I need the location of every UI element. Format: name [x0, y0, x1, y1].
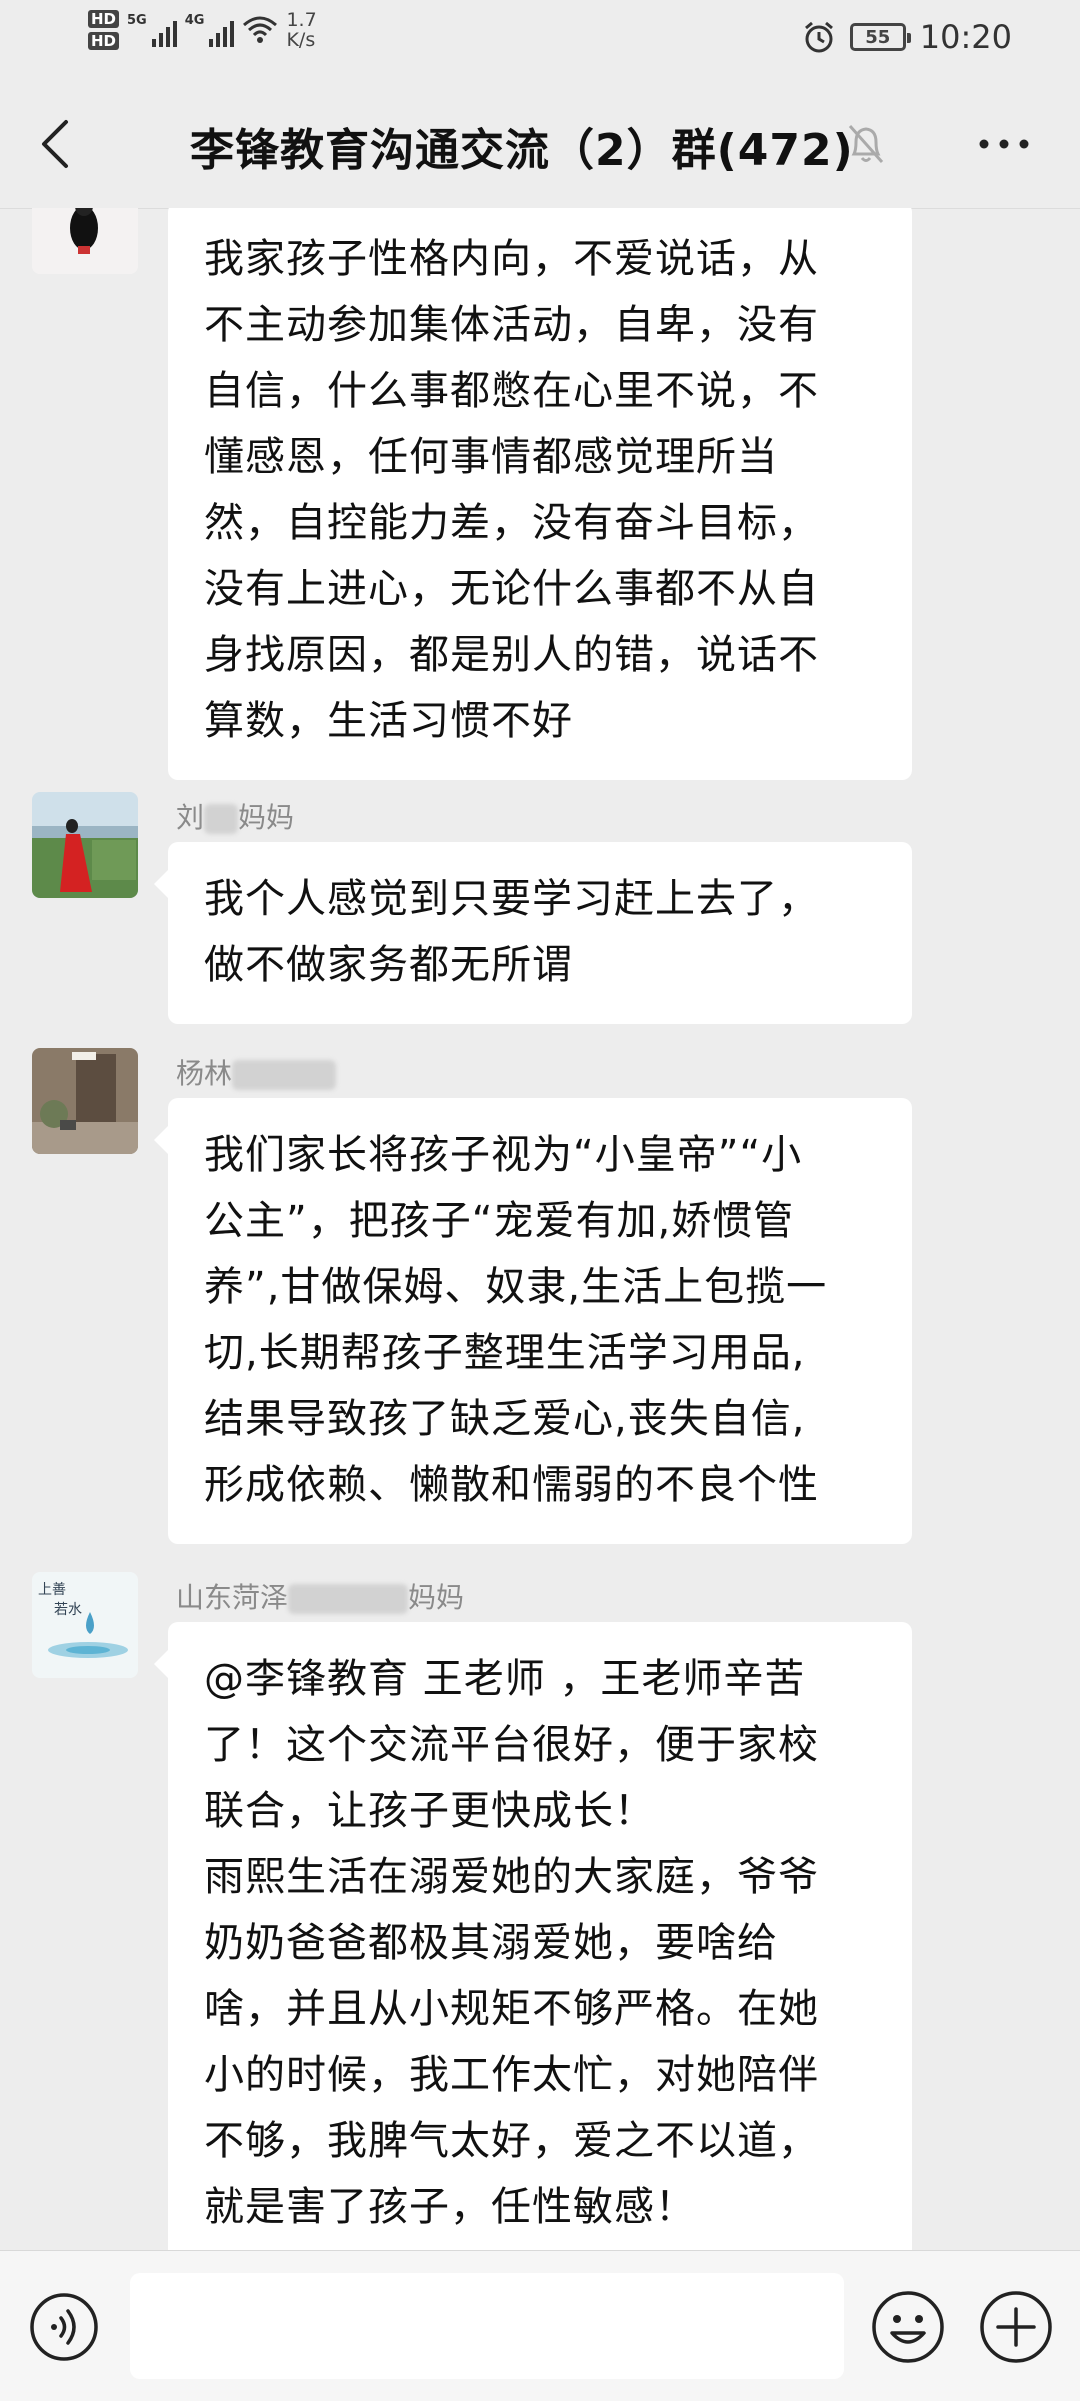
voice-icon[interactable] [28, 2291, 100, 2363]
avatar[interactable] [32, 1048, 138, 1154]
page-title: 李锋教育沟通交流（2）群(472) [190, 125, 854, 176]
message-bubble[interactable]: 我个人感觉到只要学习赶上去了， 做不做家务都无所谓 [154, 842, 912, 1024]
avatar[interactable] [32, 208, 138, 274]
network-speed: 1.7 K/s [286, 10, 316, 50]
status-bar: HD HD 5G 4G 1.7 K/s 55 10:20 [0, 0, 1080, 78]
message-list[interactable]: 我家孩子性格内向，不爱说话，从 不主动参加集体活动，自卑，没有 自信，什么事都憋… [0, 208, 1080, 2250]
message-bubble[interactable]: 我家孩子性格内向，不爱说话，从 不主动参加集体活动，自卑，没有 自信，什么事都憋… [168, 208, 912, 780]
chevron-left-icon[interactable] [36, 118, 72, 170]
avatar-image [32, 1048, 138, 1154]
battery-icon: 55 [849, 23, 911, 51]
net-label-1: 5G [127, 13, 147, 28]
plus-circle-icon[interactable] [978, 2289, 1054, 2365]
wifi-icon [243, 16, 278, 43]
sender-name-prefix: 杨林 [176, 1057, 233, 1090]
net-label-2: 4G [184, 13, 205, 28]
sender-name: 山东菏泽 妈妈 [176, 1576, 464, 1616]
message-bubble[interactable]: @李锋教育 王老师 ，王老师辛苦 了！这个交流平台很好，便于家校 联合，让孩子更… [154, 1622, 912, 2250]
sender-name-prefix: 山东菏泽 [176, 1581, 289, 1614]
message-input[interactable] [130, 2273, 844, 2379]
redacted-name [232, 1060, 337, 1090]
hd-badge-2: HD [88, 32, 120, 50]
emoji-icon[interactable] [870, 2289, 946, 2365]
message-bubble[interactable]: 我们家长将孩子视为“小皇帝”“小 公主”，把孩子“宠爱有加,娇惯管 养”,甘做保… [154, 1098, 912, 1544]
avatar-image: 上善 若水 [32, 1572, 138, 1678]
signal-4g-icon: 4G [185, 13, 235, 47]
avatar-text: 上善 [38, 1582, 66, 1598]
battery-level: 55 [865, 26, 891, 48]
signal-5g-icon: 5G [127, 13, 177, 47]
chat-header: 李锋教育沟通交流（2）群(472) [0, 78, 1080, 209]
redacted-name [204, 804, 239, 834]
svg-text:若水: 若水 [54, 1602, 82, 1618]
avatar-image [32, 792, 138, 898]
sender-name-suffix: 妈妈 [408, 1581, 465, 1614]
hd-badge-1: HD [88, 10, 120, 28]
sender-name: 刘妈妈 [176, 796, 294, 836]
more-dots-icon[interactable] [976, 124, 1032, 164]
hd-indicators: HD HD [88, 10, 120, 50]
speed-value: 1.7 [286, 9, 317, 31]
input-bar [0, 2250, 1080, 2401]
sender-name: 杨林 [176, 1052, 337, 1092]
speed-unit: K/s [286, 29, 316, 51]
clock: 10:20 [919, 18, 1012, 56]
avatar-image [32, 208, 138, 274]
alarm-icon [804, 21, 833, 53]
status-left: HD HD 5G 4G 1.7 K/s [88, 10, 317, 50]
bell-muted-icon [848, 125, 884, 163]
status-right: 55 10:20 [802, 18, 1012, 56]
sender-name-suffix: 妈妈 [238, 801, 295, 834]
avatar[interactable] [32, 792, 138, 898]
sender-name-prefix: 刘 [176, 801, 205, 834]
avatar[interactable]: 上善 若水 [32, 1572, 138, 1678]
redacted-name [288, 1584, 409, 1614]
